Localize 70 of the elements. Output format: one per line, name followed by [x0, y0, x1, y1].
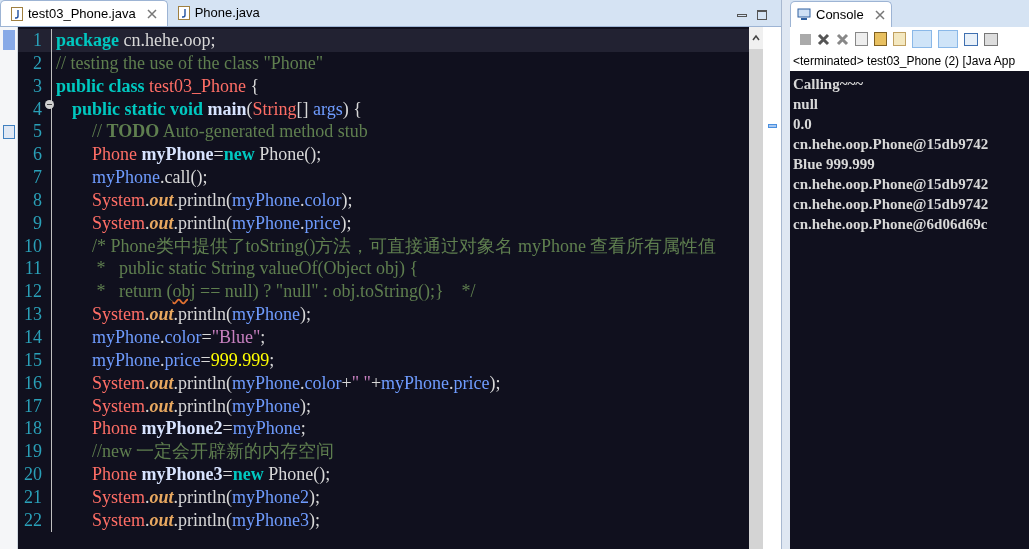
collapse-icon[interactable]	[45, 99, 54, 109]
line-number: 3	[32, 74, 43, 98]
code-line: System.out.println(myPhone);	[91, 303, 312, 326]
console-output-line: cn.hehe.oop.Phone@6d06d69c	[793, 215, 989, 234]
line-number: 9	[32, 211, 43, 235]
close-icon[interactable]	[874, 9, 885, 20]
line-number: 11	[23, 257, 43, 281]
code-line: myPhone.color="Blue";	[91, 325, 266, 349]
minimize-icon[interactable]	[737, 14, 747, 17]
code-line: // TODO Auto-generated method stub	[91, 120, 368, 144]
line-number: 21	[23, 485, 43, 509]
overview-marker	[767, 124, 777, 128]
line-number: 18	[23, 417, 43, 441]
console-output-line: Blue 999.999	[793, 155, 876, 174]
java-file-icon	[177, 6, 190, 20]
code-line: System.out.println(myPhone.color+" "+myPhone.price);	[91, 371, 501, 395]
line-number: 4	[32, 97, 43, 121]
console-output-line: null	[793, 95, 820, 114]
code-line: * public static String valueOf(Object obj) {	[95, 257, 419, 281]
code-line: myPhone.price=999.999;	[91, 348, 275, 372]
editor-tab[interactable]: test03_Phone.java	[0, 0, 168, 26]
code-line: * return (obj == null) ? "null" : obj.toString();} */	[95, 280, 476, 304]
java-file-icon	[11, 6, 23, 21]
editor-tab[interactable]: Phone.java	[167, 0, 270, 26]
code-line: Phone myPhone=new Phone();	[91, 143, 322, 167]
line-number: 20	[23, 463, 43, 486]
remove-all-icon[interactable]	[836, 32, 849, 46]
remove-icon[interactable]	[817, 32, 830, 46]
task-icon[interactable]	[2, 124, 15, 139]
code-line: /* Phone类中提供了toString()方法，可直接通过对象名 myPhone 查看所有属性值	[91, 234, 717, 258]
code-line: public static void main(String[] args) {	[71, 97, 362, 121]
console-output-line: 0.0	[793, 115, 813, 134]
line-number: 22	[23, 508, 43, 532]
console-output-line: Calling~~~	[793, 75, 865, 94]
line-number: 1	[32, 29, 43, 52]
code-line: // testing the use of the class "Phone"	[55, 51, 324, 75]
code-line: System.out.println(myPhone);	[91, 394, 312, 418]
line-number: 12	[23, 280, 43, 304]
console-tab[interactable]: Console	[790, 1, 892, 27]
line-number: 14	[23, 325, 43, 349]
maximize-icon[interactable]	[757, 10, 767, 20]
close-icon[interactable]	[146, 8, 157, 19]
monitor-icon	[797, 8, 811, 21]
line-number: 6	[32, 143, 43, 167]
line-number: 7	[32, 166, 43, 189]
console-output-line: cn.hehe.oop.Phone@15db9742	[793, 175, 990, 194]
line-number: 5	[32, 120, 43, 144]
line-number: 17	[23, 394, 43, 418]
line-number: 16	[23, 371, 43, 395]
code-line: myPhone.call();	[91, 166, 208, 189]
line-number: 10	[23, 234, 43, 258]
scroll-up-icon[interactable]	[749, 27, 763, 49]
line-number: 8	[32, 188, 43, 212]
console-output-line: cn.hehe.oop.Phone@15db9742	[793, 135, 990, 154]
code-line: Phone myPhone3=new Phone();	[91, 463, 331, 486]
code-line: System.out.println(myPhone3);	[91, 508, 321, 532]
process-status: <terminated> test03_Phone (2) [Java App	[792, 53, 1017, 70]
console-output-line: cn.hehe.oop.Phone@15db9742	[793, 195, 990, 214]
code-line: System.out.println(myPhone2);	[91, 485, 321, 509]
line-number: 15	[23, 348, 43, 372]
stop-icon[interactable]	[800, 33, 811, 45]
line-number: 13	[23, 303, 43, 326]
code-line: Phone myPhone2=myPhone;	[91, 417, 306, 441]
line-number: 19	[23, 440, 43, 464]
code-line: public class test03_Phone {	[55, 74, 260, 98]
code-line: System.out.println(myPhone.price);	[91, 211, 352, 235]
code-line: System.out.println(myPhone.color);	[91, 188, 353, 212]
code-line: //new 一定会开辟新的内存空间	[91, 440, 335, 464]
code-line: package cn.hehe.oop;	[55, 29, 216, 52]
line-number: 2	[32, 51, 43, 75]
